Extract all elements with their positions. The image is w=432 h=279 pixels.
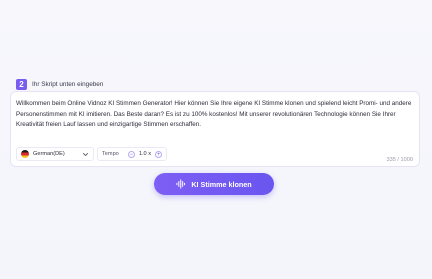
tempo-increase-button[interactable]: +: [155, 150, 162, 158]
tempo-value: 1.0 x: [138, 151, 151, 157]
tempo-stepper: Tempo − 1.0 x +: [97, 147, 167, 161]
script-editor[interactable]: Willkommen beim Online Vidnoz KI Stimmen…: [10, 91, 420, 167]
step-number-badge: 2: [16, 79, 27, 90]
chevron-down-icon: [82, 152, 89, 156]
clone-voice-button[interactable]: KI Stimme klonen: [154, 173, 274, 195]
germany-flag-icon: [21, 150, 29, 158]
voice-clone-panel: 2 Ihr Skript unten eingeben Willkommen b…: [0, 0, 432, 279]
language-select[interactable]: German(DE): [16, 147, 94, 161]
step-header: 2 Ihr Skript unten eingeben: [16, 79, 103, 90]
language-selected-label: German(DE): [33, 151, 65, 157]
character-counter: 335 / 1000: [386, 157, 413, 163]
voice-controls: German(DE) Tempo − 1.0 x +: [16, 147, 167, 161]
tempo-decrease-button[interactable]: −: [127, 150, 135, 158]
tempo-label: Tempo: [102, 151, 119, 157]
step-title: Ihr Skript unten eingeben: [32, 81, 104, 88]
clone-voice-label: KI Stimme klonen: [191, 179, 252, 189]
script-textarea[interactable]: Willkommen beim Online Vidnoz KI Stimmen…: [16, 99, 414, 131]
sound-wave-icon: [176, 179, 186, 189]
